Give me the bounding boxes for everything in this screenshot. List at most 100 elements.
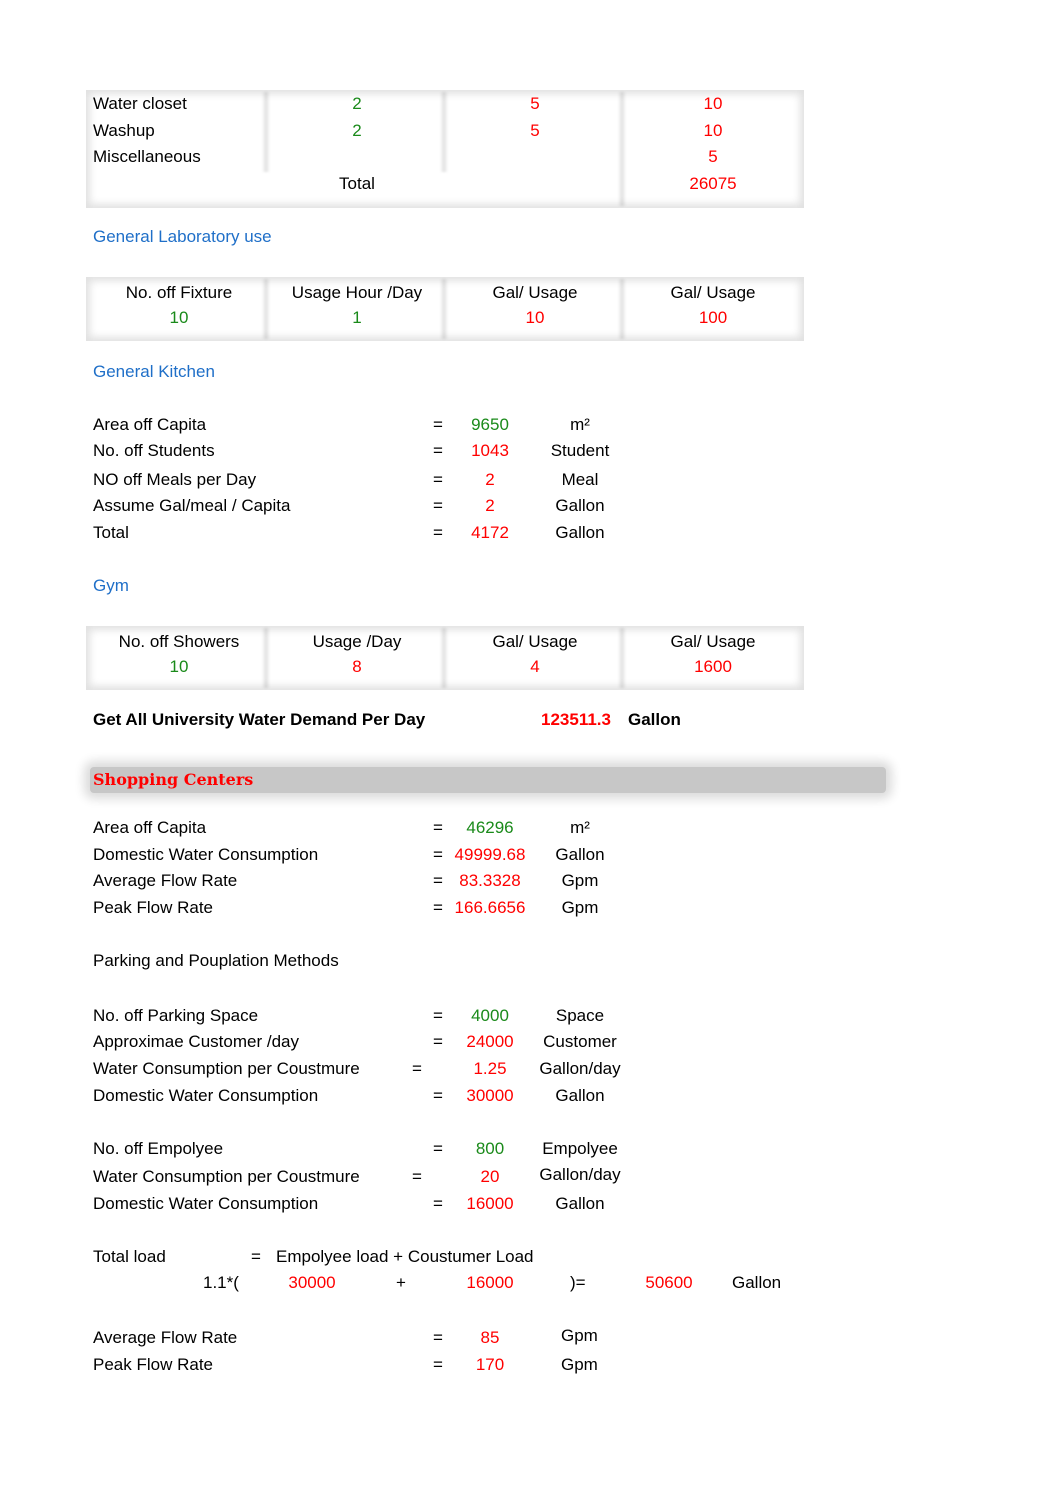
total-load-formula: Empolyee load + Coustumer Load: [276, 1247, 534, 1266]
kitchen-unit: Gallon: [555, 496, 605, 515]
parking-label: No. off Parking Space: [93, 1006, 259, 1025]
close-paren: )=: [570, 1273, 586, 1292]
shopping-label: Area off Capita: [93, 818, 207, 837]
equals-sign: =: [433, 898, 443, 917]
flow-unit: Gpm: [561, 1355, 598, 1374]
flow-unit: Gpm: [561, 1326, 598, 1345]
parking-unit: Gallon/day: [539, 1059, 621, 1078]
parking-unit: Space: [555, 1006, 605, 1025]
equals-sign: =: [433, 441, 443, 460]
gym-value: 1600: [694, 657, 732, 676]
parking-label: Approximae Customer /day: [93, 1032, 299, 1051]
fixture-total-label: Total: [339, 174, 375, 193]
flow-label: Peak Flow Rate: [93, 1355, 213, 1374]
university-total-unit: Gallon: [628, 710, 681, 729]
kitchen-value: 9650: [471, 415, 509, 434]
equals-sign: =: [433, 1006, 443, 1025]
kitchen-value: 4172: [471, 523, 509, 542]
laboratory-header: Usage Hour /Day: [291, 283, 423, 302]
kitchen-unit: Meal: [561, 470, 599, 489]
employee-value: 800: [475, 1139, 505, 1158]
equals-sign: =: [433, 1328, 443, 1347]
fixture-name: Miscellaneous: [93, 147, 201, 166]
equals-sign: =: [433, 523, 443, 542]
laboratory-value: 1: [352, 308, 362, 327]
total-load-result: 50600: [645, 1273, 693, 1292]
flow-value: 170: [475, 1355, 505, 1374]
shopping-value: 46296: [466, 818, 514, 837]
fixture-name: Washup: [93, 121, 155, 140]
shopping-unit: Gallon: [555, 845, 605, 864]
plus-sign: +: [396, 1273, 406, 1292]
gym-header: No. off Showers: [118, 632, 240, 651]
employee-label: Water Consumption per Coustmure: [93, 1167, 360, 1186]
employee-label: Domestic Water Consumption: [93, 1194, 319, 1213]
fixture-total-value: 26075: [689, 174, 737, 193]
fixture-usage: 5: [530, 94, 540, 113]
shopping-value: 83.3328: [459, 871, 521, 890]
laboratory-header: No. off Fixture: [125, 283, 233, 302]
fixture-count: 2: [352, 94, 362, 113]
gym-value: 10: [169, 657, 189, 676]
shopping-unit: m²: [570, 818, 590, 837]
parking-unit: Gallon: [555, 1086, 605, 1105]
employee-value: 20: [480, 1167, 500, 1186]
fixture-usage: 5: [530, 121, 540, 140]
equals-sign: =: [433, 470, 443, 489]
kitchen-value: 2: [485, 496, 495, 515]
shopping-value: 166.6656: [454, 898, 526, 917]
laboratory-value: 100: [698, 308, 728, 327]
shopping-label: Domestic Water Consumption: [93, 845, 319, 864]
shopping-unit: Gpm: [561, 898, 599, 917]
laboratory-value: 10: [169, 308, 189, 327]
equals-sign: =: [433, 1139, 443, 1158]
parking-value: 4000: [471, 1006, 509, 1025]
shopping-label: Peak Flow Rate: [93, 898, 213, 917]
shopping-label: Average Flow Rate: [93, 871, 238, 890]
employee-unit: Gallon/day: [539, 1165, 621, 1184]
equals-sign: =: [433, 871, 443, 890]
flow-value: 85: [480, 1328, 500, 1347]
total-load-unit: Gallon: [732, 1273, 782, 1292]
university-total-label: Get All University Water Demand Per Day: [93, 710, 426, 729]
kitchen-label: NO off Meals per Day: [93, 470, 257, 489]
equals-sign: =: [251, 1247, 261, 1266]
equals-sign: =: [433, 1355, 443, 1374]
kitchen-title: General Kitchen: [93, 362, 215, 381]
laboratory-header: Gal/ Usage: [492, 283, 578, 302]
employee-unit: Empolyee: [542, 1139, 618, 1158]
parking-value: 1.25: [473, 1059, 507, 1078]
fixture-count: 2: [352, 121, 362, 140]
employee-unit: Gallon: [555, 1194, 605, 1213]
gym-header: Usage /Day: [312, 632, 402, 651]
laboratory-value: 10: [525, 308, 545, 327]
parking-value: 24000: [466, 1032, 514, 1051]
kitchen-unit: m²: [570, 415, 590, 434]
gym-title: Gym: [93, 576, 129, 595]
shopping-title: Shopping Centers: [93, 770, 254, 789]
equals-sign: =: [433, 1032, 443, 1051]
equals-sign: =: [433, 496, 443, 515]
kitchen-label: Total: [93, 523, 129, 542]
equals-sign: =: [433, 845, 443, 864]
equals-sign: =: [433, 1194, 443, 1213]
employee-label: No. off Empolyee: [93, 1139, 224, 1158]
fixture-name: Water closet: [93, 94, 187, 113]
laboratory-title: General Laboratory use: [93, 227, 272, 246]
kitchen-value: 2: [485, 470, 495, 489]
gym-value: 8: [352, 657, 362, 676]
laboratory-header: Gal/ Usage: [670, 283, 756, 302]
total-load-label: Total load: [93, 1247, 166, 1266]
gym-header: Gal/ Usage: [492, 632, 578, 651]
kitchen-unit: Student: [550, 441, 610, 460]
employee-value: 16000: [466, 1194, 514, 1213]
fixture-gal: 10: [703, 94, 723, 113]
kitchen-value: 1043: [471, 441, 509, 460]
parking-label: Water Consumption per Coustmure: [93, 1059, 360, 1078]
fixture-gal: 10: [703, 121, 723, 140]
equals-sign: =: [433, 818, 443, 837]
shopping-value: 49999.68: [454, 845, 526, 864]
gym-value: 4: [530, 657, 540, 676]
kitchen-label: No. off Students: [93, 441, 215, 460]
flow-label: Average Flow Rate: [93, 1328, 238, 1347]
